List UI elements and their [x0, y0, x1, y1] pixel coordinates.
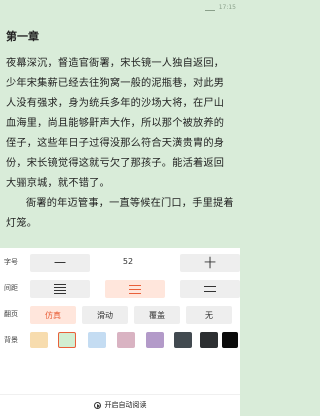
auto-read-button[interactable]: 开启自动阅读 [0, 398, 240, 412]
status-time: 17:15 [218, 3, 236, 11]
spacing-loose-button[interactable] [180, 280, 240, 298]
chapter-title: 第一章 [6, 30, 39, 43]
bg-swatch[interactable] [146, 332, 164, 348]
minus-icon: 一 [53, 256, 66, 270]
page-turn-slide-button[interactable]: 滑动 [82, 306, 128, 324]
font-decrease-button[interactable]: 一 [30, 254, 90, 272]
font-size-label: 字号 [4, 258, 18, 266]
spacing-tight-button[interactable] [30, 280, 90, 298]
paragraph: 夜幕深沉，督造官衙署，宋长镜一人独自返回，少年宋集薪已经去往狗窝一般的泥瓶巷，对… [6, 58, 225, 189]
page-turn-simulate-button[interactable]: 仿真 [30, 306, 76, 324]
status-bar: 17:15 [0, 0, 240, 14]
reading-area[interactable]: 第一章 夜幕深沉，督造官衙署，宋长镜一人独自返回，少年宋集薪已经去往狗窝一般的泥… [0, 30, 240, 248]
bg-swatch[interactable] [174, 332, 192, 348]
font-size-value: 52 [122, 257, 134, 266]
bg-swatch[interactable] [200, 332, 218, 348]
settings-panel: 字号 一 52 十 间距 翻页 仿真 滑动 覆盖 无 背景 开启自动阅读 [0, 248, 240, 416]
page-turn-cover-button[interactable]: 覆盖 [134, 306, 180, 324]
bg-swatch[interactable] [58, 332, 76, 348]
play-icon [93, 401, 101, 409]
page-turn-label: 翻页 [4, 310, 18, 318]
signal-icon [204, 4, 215, 11]
spacing-label: 间距 [4, 284, 18, 292]
background-row: 背景 [0, 330, 240, 352]
background-label: 背景 [4, 336, 18, 344]
auto-read-label: 开启自动阅读 [104, 401, 147, 409]
plus-icon: 十 [203, 256, 216, 270]
bg-swatch[interactable] [117, 332, 135, 348]
bg-swatch[interactable] [30, 332, 48, 348]
bg-swatch[interactable] [222, 332, 238, 348]
divider [0, 394, 240, 395]
spacing-tight-icon [54, 284, 66, 294]
spacing-row: 间距 [0, 278, 240, 300]
font-size-row: 字号 一 52 十 [0, 252, 240, 274]
spacing-loose-icon [204, 286, 216, 292]
page-turn-none-button[interactable]: 无 [186, 306, 232, 324]
page-turn-row: 翻页 仿真 滑动 覆盖 无 [0, 304, 240, 326]
spacing-medium-icon [129, 284, 141, 294]
font-increase-button[interactable]: 十 [180, 254, 240, 272]
bg-swatch[interactable] [88, 332, 106, 348]
paragraph: 衙署的年迈管事，一直等候在门口，手里提着灯笼。 [6, 198, 234, 229]
spacing-medium-button[interactable] [105, 280, 165, 298]
